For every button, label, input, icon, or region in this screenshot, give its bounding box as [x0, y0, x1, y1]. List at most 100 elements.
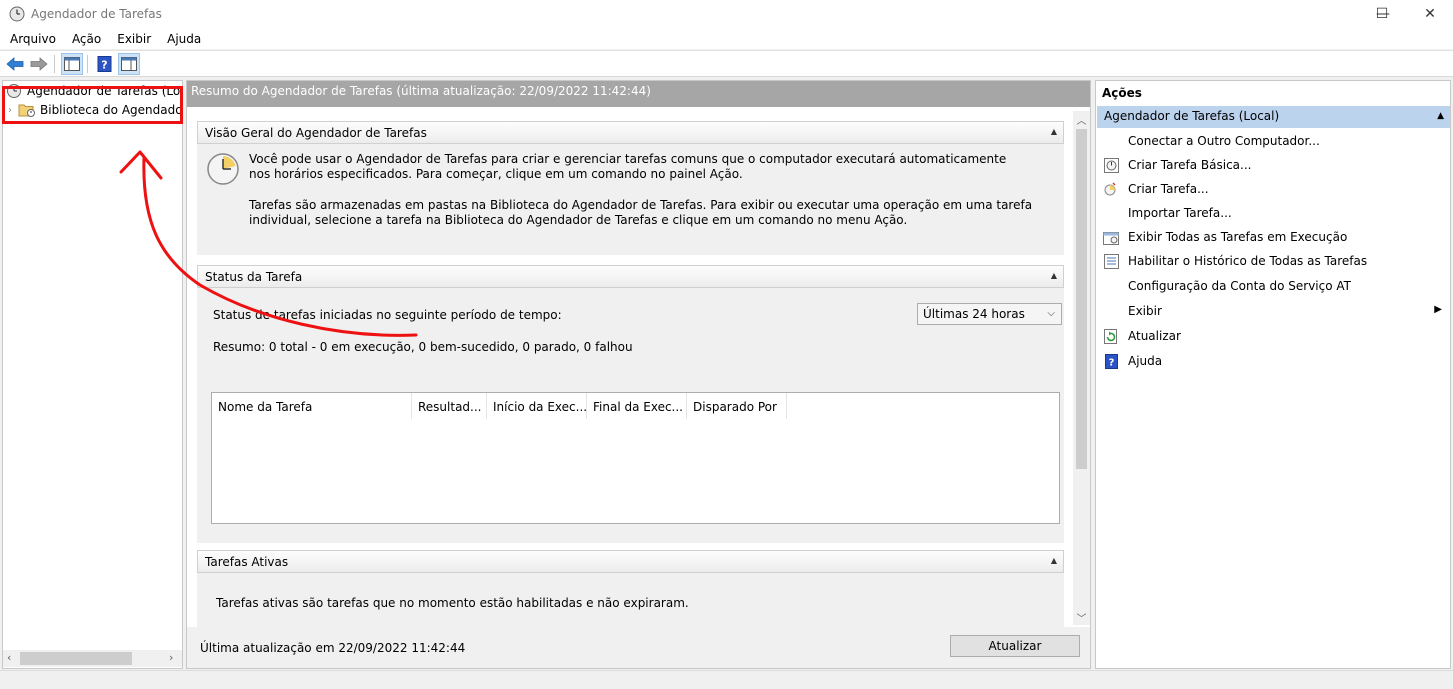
refresh-icon	[1103, 328, 1119, 344]
action-view-submenu[interactable]: Exibir ▶	[1096, 300, 1450, 322]
maximize-icon: ☐	[1375, 6, 1389, 22]
toolbar-separator	[87, 54, 88, 73]
action-label: Criar Tarefa Básica...	[1128, 158, 1252, 172]
clock-icon	[7, 84, 21, 98]
column-triggered-by[interactable]: Disparado Por	[687, 393, 787, 419]
blank-icon	[1103, 205, 1119, 221]
actions-title: Ações	[1102, 86, 1142, 100]
menu-bar: Arquivo Ação Exibir Ajuda	[0, 28, 1453, 49]
scrollbar-thumb[interactable]	[20, 652, 132, 665]
active-tasks-section-header[interactable]: Tarefas Ativas ▲	[197, 550, 1064, 573]
vertical-scrollbar[interactable]: ︿ ﹀	[1073, 111, 1090, 625]
scrollbar-thumb[interactable]	[1076, 129, 1087, 469]
overview-section-header[interactable]: Visão Geral do Agendador de Tarefas ▲	[197, 121, 1064, 144]
forward-button[interactable]	[28, 53, 50, 75]
menu-ajuda[interactable]: Ajuda	[161, 32, 207, 46]
toolbar-separator	[54, 54, 55, 73]
action-connect-computer[interactable]: Conectar a Outro Computador...	[1096, 130, 1450, 152]
active-tasks-title: Tarefas Ativas	[205, 555, 289, 569]
time-period-value: Últimas 24 horas	[923, 307, 1025, 321]
tree-item-root[interactable]: Agendador de Tarefas (Local)	[6, 81, 182, 101]
collapse-icon[interactable]: ▲	[1051, 127, 1057, 136]
column-run-end[interactable]: Final da Exec...	[587, 393, 687, 419]
tree-library-label: Biblioteca do Agendador	[40, 103, 183, 117]
active-tasks-text: Tarefas ativas são tarefas que no moment…	[216, 596, 689, 610]
svg-text:?: ?	[101, 58, 107, 71]
scroll-left-icon[interactable]: ‹	[7, 651, 11, 664]
column-result[interactable]: Resultad...	[412, 393, 487, 419]
column-run-start[interactable]: Início da Exec...	[487, 393, 587, 419]
action-help[interactable]: ? Ajuda	[1096, 350, 1450, 372]
action-label: Exibir Todas as Tarefas em Execução	[1128, 230, 1348, 244]
overview-paragraph-1: Você pode usar o Agendador de Tarefas pa…	[249, 152, 1007, 181]
show-hide-tree-button[interactable]	[61, 52, 83, 75]
time-period-select[interactable]: Últimas 24 horas ⌵	[917, 303, 1062, 325]
action-at-service-account[interactable]: Configuração da Conta do Serviço AT	[1096, 275, 1450, 297]
action-import-task[interactable]: Importar Tarefa...	[1096, 202, 1450, 224]
action-label: Ajuda	[1128, 354, 1163, 368]
blank-icon	[1103, 303, 1119, 319]
help-button[interactable]: ?	[94, 53, 116, 75]
action-enable-history[interactable]: Habilitar o Histórico de Todas as Tarefa…	[1096, 250, 1450, 272]
running-tasks-icon	[1103, 229, 1119, 245]
toolbar: ?	[0, 50, 1453, 77]
column-task-name[interactable]: Nome da Tarefa	[212, 393, 412, 419]
overview-title: Visão Geral do Agendador de Tarefas	[205, 126, 427, 140]
tree-item-library[interactable]: › Biblioteca do Agendador	[8, 100, 183, 120]
action-label: Importar Tarefa...	[1128, 206, 1232, 220]
task-status-list[interactable]: Nome da Tarefa Resultad... Início da Exe…	[211, 392, 1060, 524]
refresh-button-label: Atualizar	[988, 639, 1042, 653]
collapse-icon[interactable]: ▲	[1051, 556, 1057, 565]
back-button[interactable]	[4, 53, 26, 75]
status-summary: Resumo: 0 total - 0 em execução, 0 bem-s…	[213, 340, 633, 354]
submenu-arrow-icon: ▶	[1434, 304, 1442, 315]
menu-acao[interactable]: Ação	[66, 32, 107, 46]
blank-icon	[1103, 133, 1119, 149]
clock-icon	[9, 6, 25, 22]
console-tree-pane: Agendador de Tarefas (Local) › Bibliotec…	[2, 80, 183, 669]
forward-arrow-icon	[30, 56, 48, 71]
help-icon: ?	[1103, 353, 1119, 369]
scroll-up-icon[interactable]: ︿	[1073, 111, 1090, 127]
action-label: Habilitar o Histórico de Todas as Tarefa…	[1128, 254, 1368, 268]
close-button[interactable]: ✕	[1407, 0, 1453, 28]
action-label: Configuração da Conta do Serviço AT	[1128, 279, 1351, 293]
svg-text:?: ?	[1108, 357, 1114, 368]
collapse-icon[interactable]: ▲	[1437, 111, 1444, 121]
history-icon	[1103, 253, 1119, 269]
blank-icon	[1103, 278, 1119, 294]
refresh-button[interactable]: Atualizar	[950, 635, 1080, 657]
action-label: Exibir	[1128, 304, 1162, 318]
close-icon: ✕	[1424, 6, 1436, 22]
action-display-running-tasks[interactable]: Exibir Todas as Tarefas em Execução	[1096, 226, 1450, 248]
action-pane-icon	[121, 56, 137, 71]
clock-large-icon	[207, 153, 239, 185]
scroll-down-icon[interactable]: ﹀	[1073, 609, 1090, 625]
horizontal-scrollbar[interactable]: ‹ ›	[3, 650, 182, 667]
menu-exibir[interactable]: Exibir	[111, 32, 157, 46]
menu-arquivo[interactable]: Arquivo	[4, 32, 62, 46]
tree-root-label: Agendador de Tarefas (Local)	[27, 84, 182, 98]
maximize-button[interactable]: ☐	[1359, 0, 1405, 28]
window-title: Agendador de Tarefas	[31, 7, 162, 21]
chevron-down-icon: ⌵	[1047, 308, 1055, 319]
action-create-task[interactable]: Criar Tarefa...	[1096, 178, 1450, 200]
create-task-icon	[1103, 181, 1119, 197]
action-label: Criar Tarefa...	[1128, 182, 1209, 196]
show-hide-action-pane-button[interactable]	[118, 52, 140, 75]
task-status-section-header[interactable]: Status da Tarefa ▲	[197, 265, 1064, 288]
actions-pane: Ações Agendador de Tarefas (Local) ▲ Con…	[1095, 80, 1451, 669]
status-bar	[0, 670, 1453, 689]
action-label: Atualizar	[1128, 329, 1181, 343]
overview-section: Visão Geral do Agendador de Tarefas ▲ Vo…	[197, 121, 1064, 255]
expand-chevron-icon[interactable]: ›	[8, 105, 12, 116]
title-bar: Agendador de Tarefas — ☐ ✕	[0, 0, 1453, 28]
back-arrow-icon	[6, 56, 24, 71]
action-create-basic-task[interactable]: Criar Tarefa Básica...	[1096, 154, 1450, 176]
action-refresh[interactable]: Atualizar	[1096, 325, 1450, 347]
summary-footer: Última atualização em 22/09/2022 11:42:4…	[187, 627, 1090, 668]
collapse-icon[interactable]: ▲	[1051, 271, 1057, 280]
action-label: Conectar a Outro Computador...	[1128, 134, 1320, 148]
scroll-right-icon[interactable]: ›	[169, 651, 173, 664]
actions-group-header[interactable]: Agendador de Tarefas (Local) ▲	[1097, 106, 1450, 128]
